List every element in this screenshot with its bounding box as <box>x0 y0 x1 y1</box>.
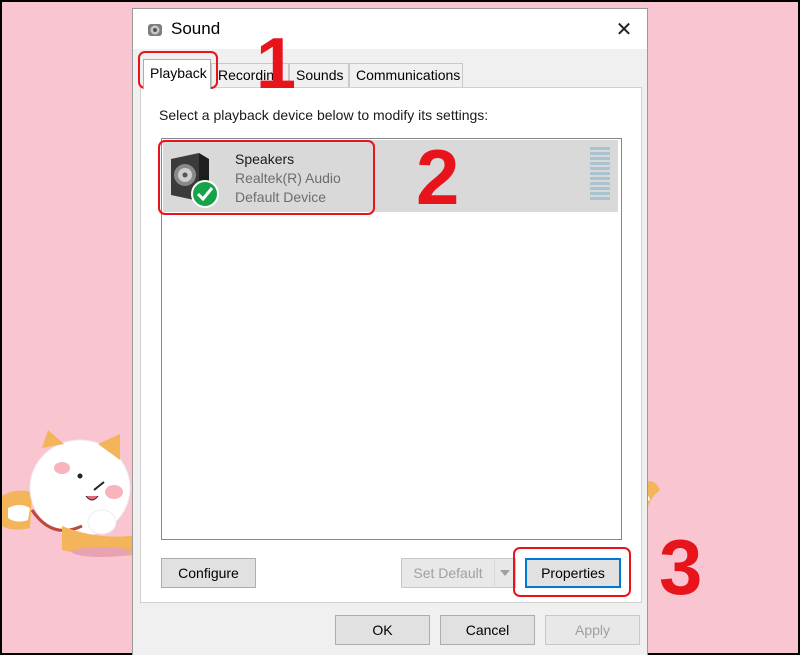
ok-button[interactable]: OK <box>335 615 430 645</box>
set-default-dropdown[interactable] <box>494 558 516 588</box>
tab-sounds[interactable]: Sounds <box>289 63 349 87</box>
shiba-mascot-illustration <box>2 430 142 557</box>
speaker-icon <box>171 153 219 208</box>
apply-button[interactable]: Apply <box>545 615 640 645</box>
tab-strip: Playback Recording Sounds Communications <box>133 59 647 89</box>
device-list[interactable]: Speakers Realtek(R) Audio Default Device <box>161 138 622 540</box>
title-bar: Sound ✕ <box>133 9 647 49</box>
set-default-button[interactable]: Set Default <box>401 558 495 588</box>
close-button[interactable]: ✕ <box>601 9 647 49</box>
window-title: Sound <box>171 19 221 38</box>
step-number-1: 1 <box>256 24 297 104</box>
volume-level-meter <box>590 147 610 200</box>
step-number-3: 3 <box>659 523 703 611</box>
close-icon: ✕ <box>615 18 633 41</box>
playback-panel: Select a playback device below to modify… <box>140 87 642 603</box>
instruction-text: Select a playback device below to modify… <box>159 107 489 123</box>
device-driver: Realtek(R) Audio <box>235 170 341 186</box>
tab-playback[interactable]: Playback <box>143 59 211 89</box>
speaker-icon <box>148 24 162 36</box>
chevron-down-icon <box>500 570 510 576</box>
device-status: Default Device <box>235 189 327 205</box>
sound-dialog: Sound ✕ Playback Recording Sounds Commun… <box>132 8 648 655</box>
device-name: Speakers <box>235 151 295 167</box>
tab-communications[interactable]: Communications <box>349 63 463 87</box>
cancel-button[interactable]: Cancel <box>440 615 535 645</box>
configure-button[interactable]: Configure <box>161 558 256 588</box>
step-number-2: 2 <box>416 133 460 221</box>
properties-button[interactable]: Properties <box>525 558 621 588</box>
device-row-speakers[interactable]: Speakers Realtek(R) Audio Default Device <box>163 140 618 212</box>
